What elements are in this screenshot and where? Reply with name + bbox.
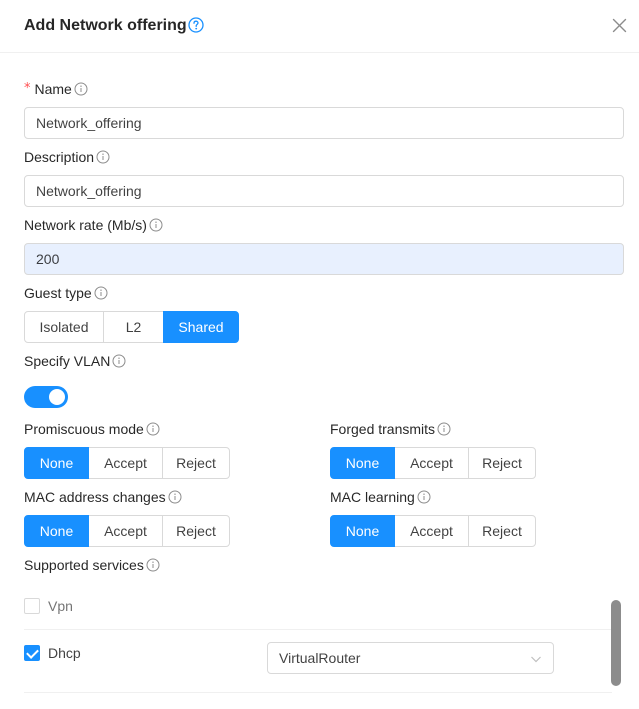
service-row-dhcp: Dhcp	[24, 645, 81, 661]
service-divider	[24, 692, 612, 693]
info-circle-icon	[437, 422, 451, 436]
mac-address-changes-label: MAC address changes	[24, 488, 182, 506]
name-label: * Name	[24, 80, 88, 98]
info-circle-icon	[417, 490, 431, 504]
description-input[interactable]: Network_offering	[24, 175, 624, 207]
dialog-header: Add Network offering	[0, 0, 639, 53]
network-rate-label: Network rate (Mb/s)	[24, 216, 163, 234]
mac-address-changes-option-none[interactable]: None	[24, 515, 89, 547]
forged-transmits-option-none[interactable]: None	[330, 447, 395, 479]
mac-learning-option-none[interactable]: None	[330, 515, 395, 547]
description-label: Description	[24, 148, 110, 166]
mac-address-changes-option-reject[interactable]: Reject	[162, 515, 230, 547]
forged-transmits-option-reject[interactable]: Reject	[468, 447, 536, 479]
info-circle-icon	[74, 82, 88, 96]
toggle-knob	[49, 389, 65, 405]
guest-type-option-isolated[interactable]: Isolated	[24, 311, 104, 343]
service-name-vpn: Vpn	[48, 598, 73, 614]
question-circle-icon[interactable]	[188, 17, 204, 33]
promiscuous-mode-option-none[interactable]: None	[24, 447, 89, 479]
promiscuous-mode-label: Promiscuous mode	[24, 420, 160, 438]
dhcp-provider-select[interactable]: VirtualRouter	[267, 642, 554, 674]
mac-address-changes-segmented: None Accept Reject	[24, 515, 230, 547]
promiscuous-mode-segmented: None Accept Reject	[24, 447, 230, 479]
specify-vlan-label: Specify VLAN	[24, 352, 126, 370]
info-circle-icon	[112, 354, 126, 368]
promiscuous-mode-option-reject[interactable]: Reject	[162, 447, 230, 479]
mac-learning-option-accept[interactable]: Accept	[394, 515, 469, 547]
info-circle-icon	[94, 286, 108, 300]
mac-learning-option-reject[interactable]: Reject	[468, 515, 536, 547]
dhcp-checkbox[interactable]	[24, 645, 40, 661]
info-circle-icon	[96, 150, 110, 164]
mac-learning-label: MAC learning	[330, 488, 431, 506]
close-icon[interactable]	[612, 18, 627, 33]
vpn-checkbox[interactable]	[24, 598, 40, 614]
forged-transmits-label: Forged transmits	[330, 420, 451, 438]
guest-type-segmented: Isolated L2 Shared	[24, 311, 239, 343]
supported-services-label: Supported services	[24, 556, 160, 574]
info-circle-icon	[149, 218, 163, 232]
guest-type-label: Guest type	[24, 284, 108, 302]
promiscuous-mode-option-accept[interactable]: Accept	[88, 447, 163, 479]
service-divider	[24, 629, 612, 630]
guest-type-option-l2[interactable]: L2	[103, 311, 164, 343]
forged-transmits-segmented: None Accept Reject	[330, 447, 536, 479]
info-circle-icon	[146, 558, 160, 572]
info-circle-icon	[146, 422, 160, 436]
dhcp-provider-value: VirtualRouter	[279, 650, 361, 666]
specify-vlan-toggle[interactable]	[24, 386, 68, 408]
chevron-down-icon	[531, 656, 541, 663]
mac-learning-segmented: None Accept Reject	[330, 515, 536, 547]
network-rate-input[interactable]: 200	[24, 243, 624, 275]
name-input[interactable]: Network_offering	[24, 107, 624, 139]
forged-transmits-option-accept[interactable]: Accept	[394, 447, 469, 479]
info-circle-icon	[168, 490, 182, 504]
mac-address-changes-option-accept[interactable]: Accept	[88, 515, 163, 547]
service-name-dhcp: Dhcp	[48, 645, 81, 661]
required-mark: *	[24, 81, 31, 96]
service-row-vpn: Vpn	[24, 598, 73, 614]
services-scrollbar[interactable]	[611, 600, 621, 686]
guest-type-option-shared[interactable]: Shared	[163, 311, 239, 343]
dialog-title: Add Network offering	[24, 17, 187, 34]
